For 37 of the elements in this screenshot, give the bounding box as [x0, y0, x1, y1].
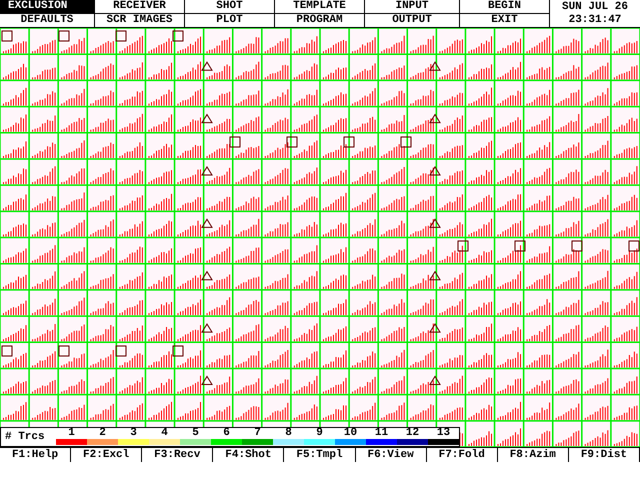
function-key[interactable]: F8:Azim [498, 448, 569, 462]
legend-title: # Trcs [4, 430, 46, 445]
legend-label: 1 [67, 428, 76, 439]
function-key[interactable]: F7:Fold [426, 448, 498, 462]
function-key[interactable]: F4:Shot [213, 448, 284, 462]
menu-item[interactable]: DEFAULTS [0, 14, 95, 28]
function-key[interactable]: F6:View [356, 448, 427, 462]
legend-label: 13 [436, 428, 452, 439]
menu-item[interactable]: EXCLUSION [0, 0, 95, 14]
legend-label: 3 [129, 428, 138, 439]
menu-item[interactable]: SHOT [185, 0, 275, 14]
legend-label: 12 [404, 428, 420, 439]
legend-label: 10 [342, 428, 358, 439]
function-key[interactable]: F3:Recv [142, 448, 214, 462]
legend-label: 2 [98, 428, 107, 439]
date-label: SUN JUL 26 [562, 0, 628, 14]
legend-label: 4 [160, 428, 169, 439]
menu-item[interactable]: TEMPLATE [275, 0, 365, 14]
legend-label: 9 [315, 428, 324, 439]
function-key[interactable]: F5:Tmpl [284, 448, 356, 462]
legend-label: 7 [253, 428, 262, 439]
legend-label: 11 [374, 428, 390, 439]
menu-item[interactable]: SCR IMAGES [95, 14, 185, 28]
menu-item[interactable]: BEGIN [460, 0, 550, 14]
menu-item[interactable]: OUTPUT [365, 14, 460, 28]
legend-label: 5 [191, 428, 200, 439]
menu-item[interactable]: PROGRAM [275, 14, 365, 28]
menu-item[interactable]: EXIT [460, 14, 550, 28]
time-label: 23:31:47 [568, 14, 622, 26]
function-key[interactable]: F1:Help [0, 448, 72, 462]
function-key[interactable]: F9:Dist [568, 448, 640, 462]
legend-label: 8 [284, 428, 293, 439]
menu-item[interactable]: PLOT [185, 14, 275, 28]
function-key[interactable]: F2:Excl [71, 448, 142, 462]
legend-label: 6 [222, 428, 231, 439]
menu-item[interactable]: RECEIVER [95, 0, 185, 14]
menu-item[interactable]: INPUT [365, 0, 460, 14]
